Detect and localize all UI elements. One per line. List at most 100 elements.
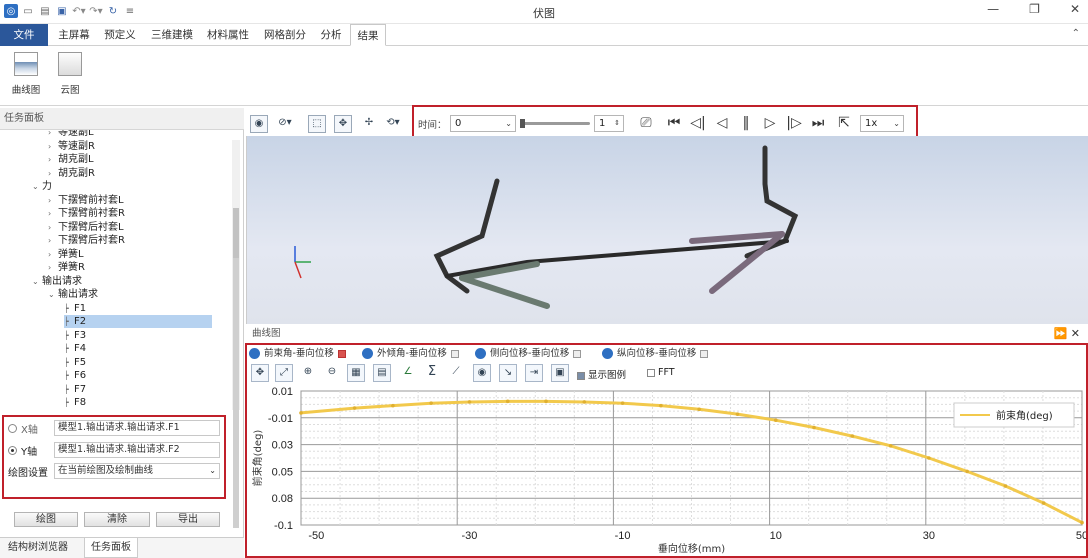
chevron-down-icon[interactable]: ⌄ <box>32 275 42 288</box>
fft-checkbox[interactable] <box>647 368 655 377</box>
x-axis-radio[interactable] <box>8 423 17 433</box>
frame-stepper[interactable]: 1 ⇕ <box>594 115 624 132</box>
step-forward-icon[interactable]: |▷ <box>784 115 804 131</box>
tree-item[interactable]: › 等速副R <box>48 140 95 153</box>
pan-icon[interactable]: ✥ <box>334 115 352 133</box>
tree-item[interactable]: ┝ F6 <box>64 369 86 382</box>
tab-results[interactable]: 结果 <box>350 24 386 46</box>
tab-predefine[interactable]: 预定义 <box>98 24 142 46</box>
tree-item[interactable]: › 胡克副L <box>48 153 94 166</box>
chevron-right-icon[interactable]: › <box>48 130 58 139</box>
tree-item[interactable]: ┝ F4 <box>64 342 86 355</box>
last-frame-icon[interactable]: ⏭ <box>808 115 828 131</box>
close-tab-icon[interactable] <box>337 349 346 358</box>
chevron-right-icon[interactable]: › <box>48 207 58 220</box>
collapse-ribbon-icon[interactable]: ⌃ <box>1072 28 1080 39</box>
chevron-right-icon[interactable]: › <box>48 248 58 261</box>
curve-chart[interactable]: 0.01 -0.01 0.03 0.05 0.08 -0.1 -50 -30 -10 10 30 50… <box>247 385 1086 557</box>
y-axis-radio[interactable] <box>8 445 17 455</box>
record-video-icon[interactable]: ⎚ <box>636 115 656 131</box>
tab-toe-angle[interactable]: 前束角-垂向位移 <box>249 346 346 362</box>
pan-icon[interactable]: ✥ <box>251 364 269 382</box>
curve-plot-button[interactable]: 曲线图 <box>8 52 44 96</box>
trend-icon[interactable]: ⟋ <box>447 364 465 382</box>
tree-item[interactable]: › 下摆臂前衬套L <box>48 194 124 207</box>
plot-setting-select[interactable]: 在当前绘图及绘制曲线 ⌄ <box>54 463 220 479</box>
zoom-box-icon[interactable]: ⬚ <box>308 115 326 133</box>
close-panel-icon[interactable]: ✕ <box>1071 327 1080 340</box>
chevron-right-icon[interactable]: › <box>48 221 58 234</box>
tab-3d-modeling[interactable]: 三维建模 <box>146 24 198 46</box>
close-icon[interactable]: ✕ <box>1070 2 1080 16</box>
export-animation-icon[interactable]: ⇱ <box>834 115 854 131</box>
export-button[interactable]: 导出 <box>156 512 220 527</box>
tree-item[interactable]: › 等速副L <box>48 130 94 139</box>
tree-item[interactable]: ┝ F1 <box>64 302 86 315</box>
zoom-fit-icon[interactable]: ⤢ <box>275 364 293 382</box>
first-frame-icon[interactable]: ⏮ <box>664 115 684 131</box>
tree-item[interactable]: ⌄ 输出请求 <box>48 288 98 301</box>
show-legend-toggle[interactable]: 显示图例 <box>577 367 626 381</box>
screenshot-icon[interactable]: ◉ <box>473 364 491 382</box>
speed-select[interactable]: 1x ⌄ <box>860 115 904 132</box>
chevron-right-icon[interactable]: › <box>48 234 58 247</box>
tree-item[interactable]: › 下摆臂后衬套L <box>48 221 124 234</box>
clear-button[interactable]: 清除 <box>84 512 150 527</box>
tab-analysis[interactable]: 分析 <box>314 24 348 46</box>
minimize-icon[interactable]: — <box>987 2 999 16</box>
tree-item[interactable]: ┝ F2 <box>64 315 212 328</box>
step-back-icon[interactable]: ◁| <box>688 115 708 131</box>
display-mode-icon[interactable]: ⊘▾ <box>276 115 294 133</box>
time-select[interactable]: 0 ⌄ <box>450 115 516 132</box>
tab-longitudinal-disp[interactable]: 纵向位移-垂向位移 <box>602 346 709 362</box>
tree-item[interactable]: › 下摆臂后衬套R <box>48 234 125 247</box>
fft-toggle[interactable]: FFT <box>647 367 675 378</box>
chevron-right-icon[interactable]: › <box>48 261 58 274</box>
tab-material[interactable]: 材料属性 <box>202 24 254 46</box>
tree-item[interactable]: ┝ F5 <box>64 356 86 369</box>
tree-item[interactable]: › 下摆臂前衬套R <box>48 207 125 220</box>
curve-icon[interactable]: ∠ <box>399 364 417 382</box>
chevron-right-icon[interactable]: › <box>48 140 58 153</box>
chevron-down-icon[interactable]: ⌄ <box>48 288 58 301</box>
play-icon[interactable]: ▷ <box>760 115 780 131</box>
plot-button[interactable]: 绘图 <box>14 512 78 527</box>
x-axis-field[interactable]: 模型1.输出请求.输出请求.F1 <box>54 420 220 436</box>
save-image-icon[interactable]: ▣ <box>551 364 569 382</box>
tab-file[interactable]: 文件 <box>0 24 48 46</box>
zoom-in-icon[interactable]: ⊕ <box>299 364 317 382</box>
tree-item[interactable]: ┝ F7 <box>64 383 86 396</box>
view-orientation-icon[interactable]: ⟲▾ <box>384 115 402 133</box>
y-axis-field[interactable]: 模型1.输出请求.输出请求.F2 <box>54 442 220 458</box>
zoom-out-icon[interactable]: ⊖ <box>323 364 341 382</box>
tree-item[interactable]: › 弹簧L <box>48 248 84 261</box>
tree-item[interactable]: ┝ F3 <box>64 329 86 342</box>
3d-viewport[interactable] <box>246 136 1088 324</box>
contour-button[interactable]: 云图 <box>52 52 88 96</box>
time-slider[interactable] <box>520 119 590 128</box>
tree-item[interactable]: › 弹簧R <box>48 261 85 274</box>
chevron-right-icon[interactable]: › <box>48 167 58 180</box>
tree-item[interactable]: ⌄ 输出请求 <box>32 275 82 288</box>
close-tab-icon[interactable] <box>700 349 709 358</box>
tab-home[interactable]: 主屏幕 <box>54 24 94 46</box>
grid-icon[interactable]: ▦ <box>347 364 365 382</box>
time-slider-handle[interactable] <box>520 119 525 128</box>
close-tab-icon[interactable] <box>450 349 459 358</box>
chevron-down-icon[interactable]: ⌄ <box>32 180 42 193</box>
tree-item[interactable]: ⌄ 力 <box>32 180 52 193</box>
chevron-right-icon[interactable]: › <box>48 194 58 207</box>
restore-icon[interactable]: ❐ <box>1029 2 1040 16</box>
tab-mesh[interactable]: 网格剖分 <box>258 24 312 46</box>
tab-task-panel[interactable]: 任务面板 <box>84 538 138 558</box>
expand-icon[interactable]: ⏩ <box>1054 327 1068 340</box>
play-backward-icon[interactable]: ◁ <box>712 115 732 131</box>
tab-lateral-disp[interactable]: 侧向位移-垂向位移 <box>475 346 582 362</box>
show-legend-checkbox[interactable] <box>577 371 585 380</box>
close-tab-icon[interactable] <box>573 349 582 358</box>
screenshot-icon[interactable]: ◉ <box>250 115 268 133</box>
tree-item[interactable]: › 胡克副R <box>48 167 95 180</box>
pause-icon[interactable]: ‖ <box>736 115 756 131</box>
tab-camber-angle[interactable]: 外倾角-垂向位移 <box>362 346 459 362</box>
chevron-right-icon[interactable]: › <box>48 153 58 166</box>
